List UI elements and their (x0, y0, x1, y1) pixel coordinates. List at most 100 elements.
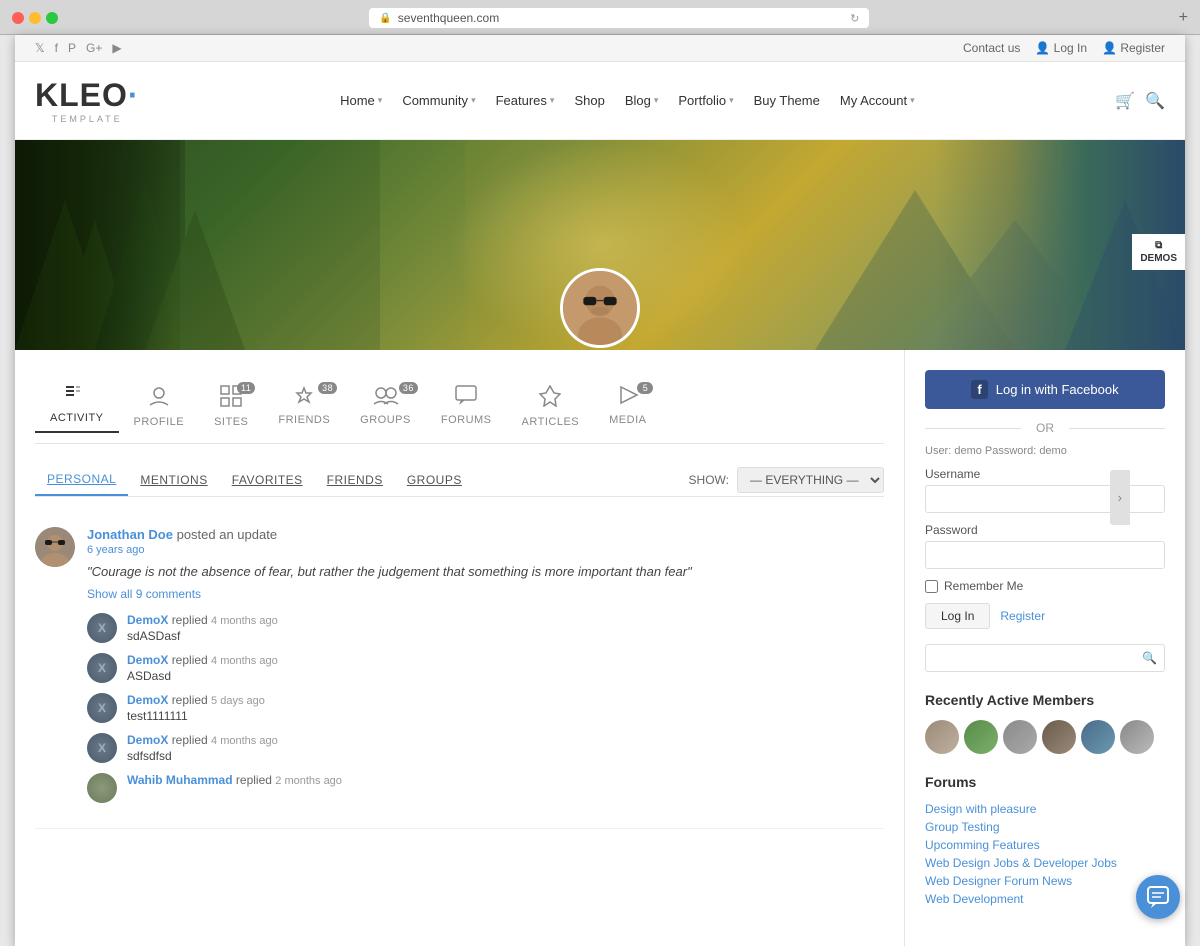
tab-friends[interactable]: 38 FRIENDS (263, 380, 345, 433)
forum-link-1[interactable]: Design with pleasure (925, 802, 1165, 816)
comment-user-5[interactable]: Wahib Muhammad (127, 773, 233, 787)
forums-section: Forums Design with pleasure Group Testin… (925, 774, 1165, 906)
pinterest-link[interactable]: P (68, 41, 76, 55)
nav-shop[interactable]: Shop (574, 93, 604, 108)
profile-icon (148, 385, 170, 412)
comment-meta-5: Wahib Muhammad replied 2 months ago (127, 773, 884, 787)
tab-media[interactable]: 5 MEDIA (594, 380, 661, 433)
login-button[interactable]: Log In (925, 603, 990, 629)
comment-meta-2: DemoX replied 4 months ago (127, 653, 884, 667)
nav-portfolio[interactable]: Portfolio ▾ (678, 93, 733, 108)
tab-articles[interactable]: ARTICLES (507, 380, 595, 433)
new-tab-icon[interactable]: + (1179, 9, 1188, 27)
forum-link-2[interactable]: Group Testing (925, 820, 1165, 834)
remember-row: Remember Me (925, 579, 1165, 593)
demos-badge[interactable]: ⧉ DEMOS (1132, 234, 1185, 270)
comment-user-2[interactable]: DemoX (127, 653, 168, 667)
activity-time: 6 years ago (87, 544, 884, 556)
show-comments-link[interactable]: Show all 9 comments (87, 587, 884, 601)
comment-action-2: replied (172, 653, 211, 667)
subnav-mentions[interactable]: MENTIONS (128, 465, 219, 495)
topbar-right: Contact us 👤 Log In 👤 Register (963, 41, 1165, 55)
subnav-friends[interactable]: FRIENDS (315, 465, 395, 495)
member-avatar-6[interactable] (1120, 720, 1154, 754)
password-input[interactable] (925, 541, 1165, 569)
nav-buy-theme[interactable]: Buy Theme (754, 93, 820, 108)
activity-body: Jonathan Doe posted an update 6 years ag… (87, 527, 884, 813)
tab-activity-label: ACTIVITY (50, 412, 104, 424)
comment-action-5: replied (236, 773, 275, 787)
remember-checkbox[interactable] (925, 580, 938, 593)
comment-user-4[interactable]: DemoX (127, 733, 168, 747)
tab-activity[interactable]: ACTIVITY (35, 380, 119, 433)
nav-blog[interactable]: Blog ▾ (625, 93, 659, 108)
tab-sites[interactable]: 11 SITES (199, 380, 263, 433)
address-bar[interactable]: 🔒 seventhqueen.com ↻ (369, 8, 869, 28)
minimize-dot[interactable] (29, 12, 41, 24)
forum-link-6[interactable]: Web Development (925, 892, 1165, 906)
forums-title: Forums (925, 774, 1165, 790)
youtube-link[interactable]: ▶ (112, 41, 121, 55)
fb-login-label: Log in with Facebook (996, 382, 1119, 397)
chat-button[interactable] (1136, 875, 1180, 919)
comment-time-1: 4 months ago (211, 615, 278, 627)
sidebar-search-input[interactable] (925, 644, 1165, 672)
forum-link-3[interactable]: Upcomming Features (925, 838, 1165, 852)
comment-meta-3: DemoX replied 5 days ago (127, 693, 884, 707)
comment-item-3: X DemoX replied 5 days ago test1111111 (87, 693, 884, 723)
subnav-favorites[interactable]: FAVORITES (220, 465, 315, 495)
forum-link-5[interactable]: Web Designer Forum News (925, 874, 1165, 888)
recently-active-section: Recently Active Members (925, 692, 1165, 754)
contact-link[interactable]: Contact us (963, 41, 1020, 55)
nav-community[interactable]: Community ▾ (402, 93, 475, 108)
topbar: 𝕏 f P G+ ▶ Contact us 👤 Log In 👤 Registe… (15, 35, 1185, 62)
comment-user-3[interactable]: DemoX (127, 693, 168, 707)
nav-features[interactable]: Features ▾ (496, 93, 555, 108)
googleplus-link[interactable]: G+ (86, 41, 102, 55)
tab-forums[interactable]: FORUMS (426, 380, 507, 433)
nav-my-account[interactable]: My Account ▾ (840, 93, 915, 108)
activity-action: posted an update (177, 527, 277, 542)
main-col: ACTIVITY PROFILE 11 SITES 38 (15, 350, 905, 946)
member-avatar-3[interactable] (1003, 720, 1037, 754)
login-link[interactable]: 👤 Log In (1035, 41, 1087, 55)
activity-quote: "Courage is not the absence of fear, but… (87, 564, 884, 579)
tab-profile-label: PROFILE (134, 416, 185, 428)
comment-time-3: 5 days ago (211, 695, 265, 707)
demos-label: DEMOS (1140, 253, 1177, 264)
activity-user-name[interactable]: Jonathan Doe (87, 527, 173, 542)
tab-profile[interactable]: PROFILE (119, 380, 200, 433)
member-avatar-1[interactable] (925, 720, 959, 754)
activity-icon (66, 385, 88, 408)
twitter-link[interactable]: 𝕏 (35, 41, 45, 55)
member-avatar-2[interactable] (964, 720, 998, 754)
right-chevron[interactable]: › (1110, 470, 1130, 525)
register-link-sidebar[interactable]: Register (1000, 609, 1045, 623)
main-post-avatar (35, 527, 75, 567)
facebook-link[interactable]: f (55, 41, 58, 55)
comment-item: X DemoX replied 4 months ago sdASDasf (87, 613, 884, 643)
member-avatar-4[interactable] (1042, 720, 1076, 754)
comment-avatar-demox-3: X (87, 693, 117, 723)
everything-select[interactable]: — EVERYTHING — (737, 467, 884, 493)
register-link-top[interactable]: 👤 Register (1102, 41, 1165, 55)
comment-user-1[interactable]: DemoX (127, 613, 168, 627)
fb-login-button[interactable]: f Log in with Facebook (925, 370, 1165, 409)
subnav-groups[interactable]: GROUPS (395, 465, 474, 495)
cart-icon[interactable]: 🛒 (1115, 91, 1135, 111)
tab-media-label: MEDIA (609, 414, 646, 426)
password-group: Password (925, 523, 1165, 569)
reload-icon[interactable]: ↻ (850, 12, 859, 25)
search-nav-icon[interactable]: 🔍 (1145, 91, 1165, 111)
fullscreen-dot[interactable] (46, 12, 58, 24)
forum-link-4[interactable]: Web Design Jobs & Developer Jobs (925, 856, 1165, 870)
hero-avatar (560, 268, 640, 348)
tab-groups[interactable]: 36 GROUPS (345, 380, 426, 433)
subnav-personal[interactable]: PERSONAL (35, 464, 128, 496)
comment-body-5: Wahib Muhammad replied 2 months ago (127, 773, 884, 803)
close-dot[interactable] (12, 12, 24, 24)
comment-avatar-demox-4: X (87, 733, 117, 763)
nav-home[interactable]: Home ▾ (340, 93, 382, 108)
member-avatar-5[interactable] (1081, 720, 1115, 754)
profile-tabs: ACTIVITY PROFILE 11 SITES 38 (35, 370, 884, 444)
